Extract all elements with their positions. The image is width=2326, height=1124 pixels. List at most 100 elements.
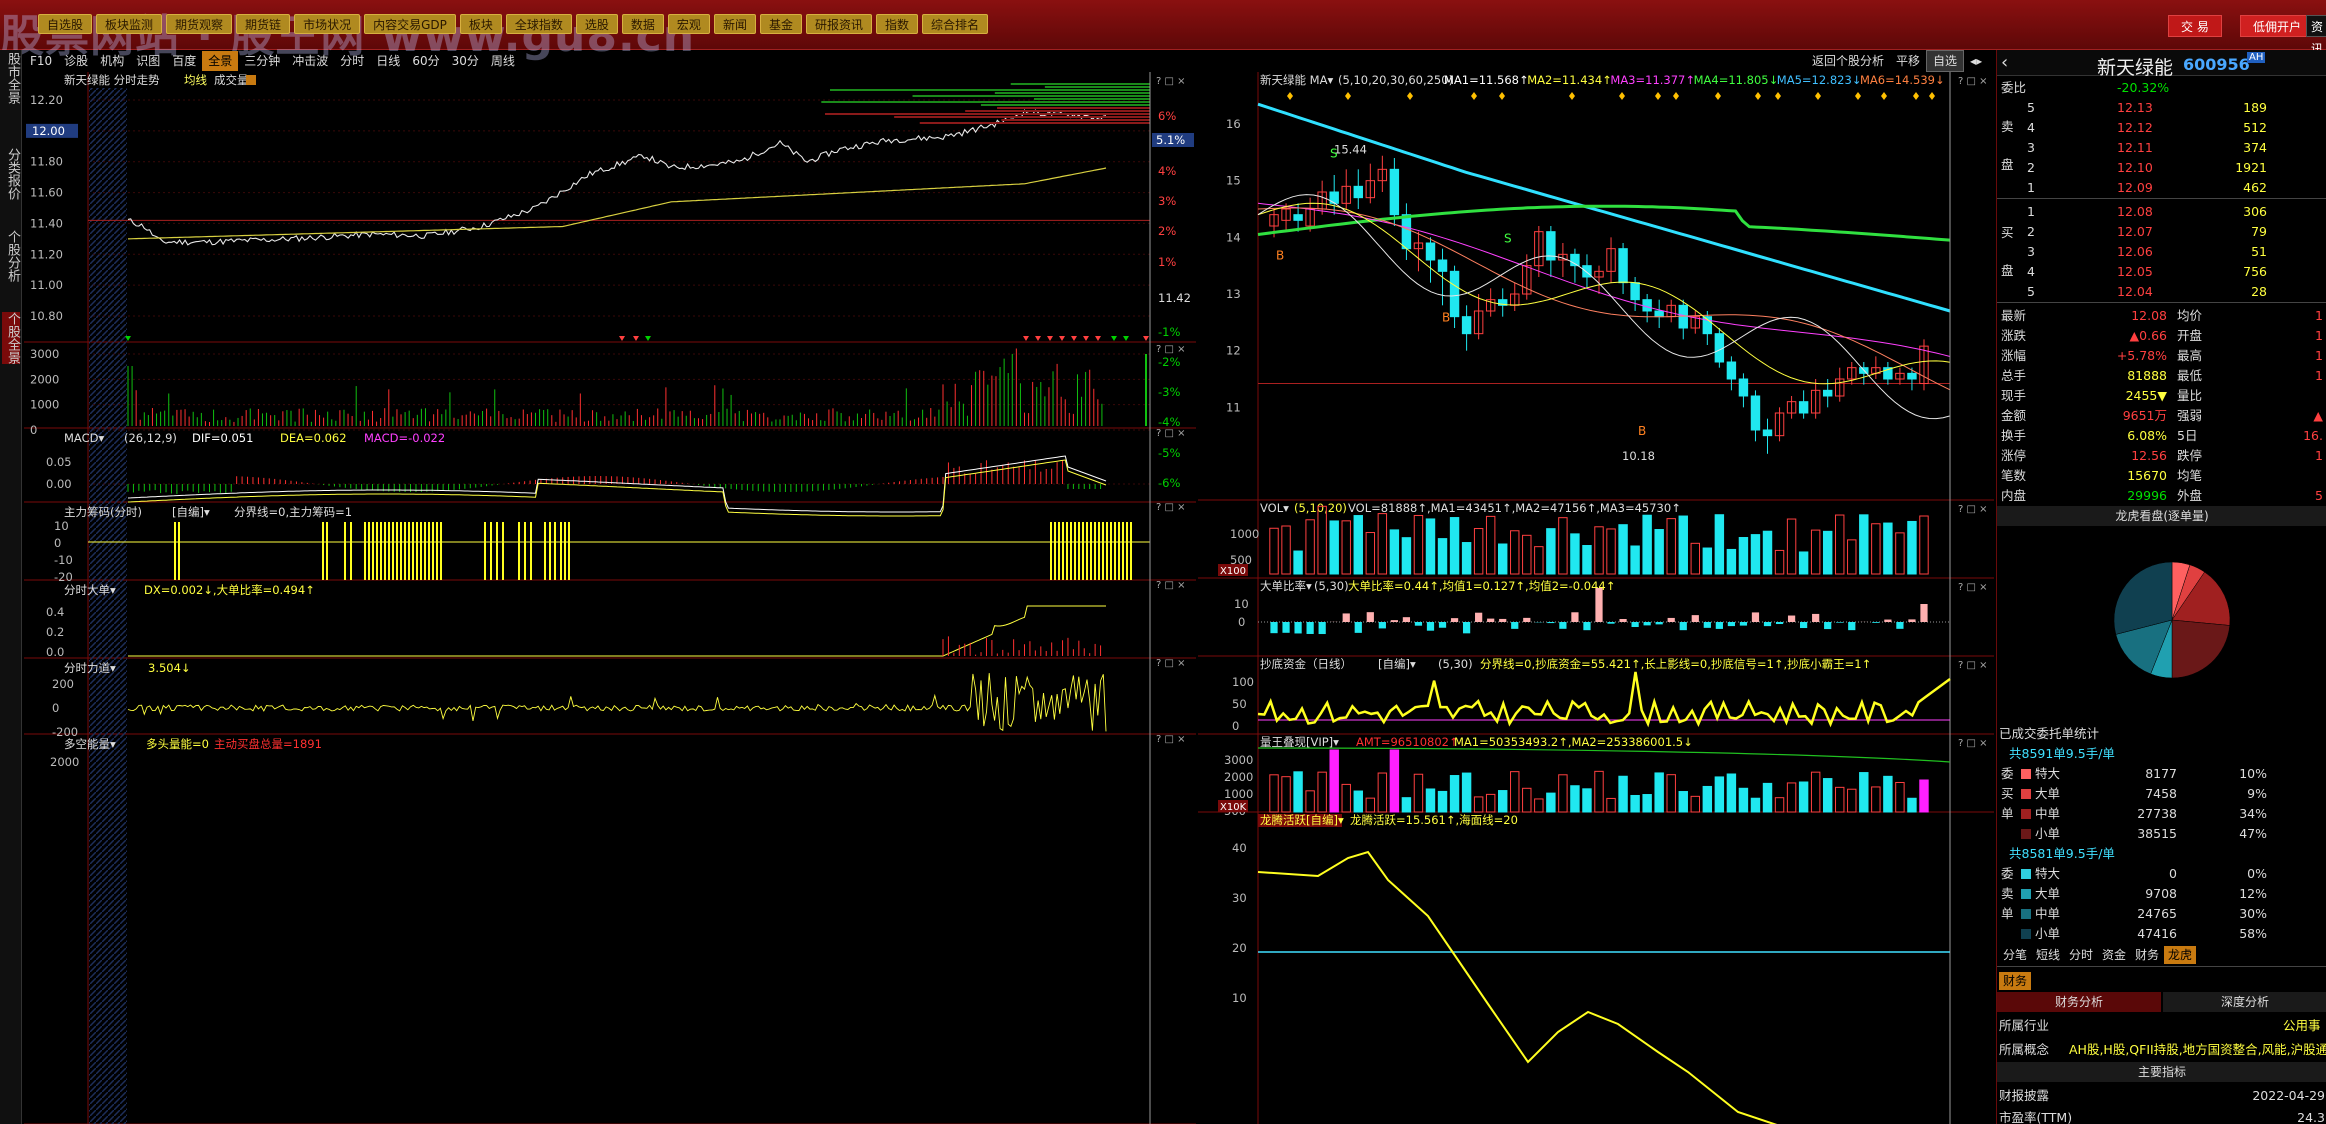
toolbar-item-5[interactable]: 全景 — [202, 51, 239, 71]
vtab-category[interactable]: 分类报价 — [2, 148, 20, 200]
stat-label2: 最低 — [2177, 368, 2203, 383]
candle-body — [1401, 214, 1412, 250]
top-tab-14[interactable]: 指数 — [875, 14, 918, 34]
watchlist-dropdown[interactable]: 自选 — [1926, 50, 1965, 72]
dadanbi-params: (5,30) — [1314, 579, 1349, 593]
candle-body — [1726, 361, 1737, 380]
toolbar-item-11[interactable]: 30分 — [446, 51, 485, 71]
lw-bar — [1389, 749, 1400, 813]
top-tab-8[interactable]: 选股 — [575, 14, 618, 34]
top-tab-0[interactable]: 自选股 — [38, 14, 93, 34]
toolbar-item-10[interactable]: 60分 — [406, 51, 445, 71]
sell-price: 12.10 — [2117, 160, 2153, 175]
top-tab-13[interactable]: 研报资讯 — [805, 14, 872, 34]
liqi-label: 分时力道▾ — [64, 661, 116, 675]
toolbar-item-4[interactable]: 百度 — [166, 51, 202, 71]
liqi-line — [127, 673, 1107, 732]
top-tab-2[interactable]: 期货观察 — [166, 14, 233, 34]
top-tab-7[interactable]: 全球指数 — [505, 14, 572, 34]
dadanbi-bar — [1547, 622, 1555, 624]
toolbar-item-9[interactable]: 日线 — [370, 51, 406, 71]
stat-value2: 1 — [2315, 308, 2323, 323]
extra-button[interactable]: 资讯 — [2306, 15, 2326, 56]
toolbar-item-1[interactable]: 诊股 — [58, 51, 94, 71]
intraday-charts-svg[interactable]: 新天绿能 分时走势 均线成交量 12.20 12.00 11.80 11.60 11.40… — [24, 72, 1196, 1124]
top-tab-1[interactable]: 板块监测 — [96, 14, 163, 34]
trade-button[interactable]: 交 易 — [2168, 15, 2222, 37]
pct-current: 5.1% — [1156, 133, 1185, 147]
toolbar-item-0[interactable]: F10 — [24, 51, 58, 71]
dadanbi-bar — [1655, 622, 1663, 625]
zhuli-flag: [自编]▾ — [172, 505, 210, 519]
fin-tab-analysis[interactable]: 财务分析 — [1997, 992, 2161, 1012]
dadanbi-bar — [1908, 619, 1916, 622]
toolbar-item-8[interactable]: 分时 — [334, 51, 370, 71]
bottom-tab-5[interactable]: 龙虎 — [2164, 946, 2197, 964]
top-tab-11[interactable]: 新闻 — [713, 14, 756, 34]
sell-price: 12.12 — [2117, 120, 2153, 135]
zhuli-bar — [1066, 522, 1068, 580]
toolbar-item-6[interactable]: 三分钟 — [238, 51, 286, 71]
kline-charts-svg[interactable]: 新天绿能 MA▾ (5,10,20,30,60,250)MA1=11.568↑MA… — [1198, 72, 1994, 1124]
bottom-tab-2[interactable]: 分时 — [2065, 946, 2097, 964]
bottom-tab-3[interactable]: 资金 — [2098, 946, 2130, 964]
dadanbi-bar — [1378, 622, 1386, 629]
liangwang-tick: 2000 — [1224, 770, 1253, 784]
top-tab-4[interactable]: 市场状况 — [294, 14, 361, 34]
bottom-tab-4[interactable]: 财务 — [2131, 946, 2163, 964]
zhuli-bar — [484, 522, 486, 580]
top-tab-9[interactable]: 数据 — [621, 14, 664, 34]
top-tab-5[interactable]: 内容交易GDP — [364, 14, 456, 34]
bottom-tab-0[interactable]: 分笔 — [1999, 946, 2031, 964]
longteng-tick: 10 — [1232, 991, 1247, 1005]
zhuli-bar — [1110, 522, 1112, 580]
pane-controls: ? □ × — [1958, 76, 1988, 87]
dadanbi-bar — [1499, 618, 1507, 622]
lw-bar — [1847, 788, 1857, 813]
stat-label: 涨跌 — [2001, 328, 2027, 343]
toolbar-item-3[interactable]: 识图 — [130, 51, 166, 71]
signal-diamond — [1569, 92, 1575, 100]
vol-bar — [1666, 518, 1676, 575]
lw-bar — [1690, 795, 1701, 813]
dadanbi-bar — [1884, 619, 1892, 622]
buy-order-pct: 12% — [2239, 886, 2267, 901]
vtab-market[interactable]: 股市全景 — [2, 52, 20, 104]
sell-order-volume: 7458 — [2145, 786, 2177, 801]
nav-arrows[interactable]: ◂▸ — [1964, 51, 1988, 71]
stat-label2: 5日 — [2177, 428, 2198, 443]
top-tab-3[interactable]: 期货链 — [236, 14, 291, 34]
quote-divider — [1997, 198, 2326, 199]
fin-row-value: 24.3 — [2297, 1110, 2325, 1124]
signal-diamond — [1287, 92, 1293, 100]
stat-value: 2455▼ — [2125, 388, 2167, 403]
zhuli-bar — [420, 522, 422, 580]
sell-level: 3 — [2027, 140, 2035, 155]
buy-order-type: 大单 — [2035, 886, 2061, 901]
top-tab-6[interactable]: 板块 — [459, 14, 502, 34]
vol-bar — [1714, 514, 1725, 575]
back-to-analysis-button[interactable]: 返回个股分析 — [1806, 51, 1890, 71]
fin-tab-deep[interactable]: 深度分析 — [2163, 992, 2326, 1012]
toolbar-item-12[interactable]: 周线 — [485, 51, 521, 71]
top-tab-10[interactable]: 宏观 — [667, 14, 710, 34]
vol-bar — [1690, 542, 1701, 575]
pan-button[interactable]: 平移 — [1890, 51, 1926, 71]
account-button[interactable]: 低佣开户 — [2240, 15, 2315, 37]
vol-bar — [1883, 522, 1893, 575]
top-tab-15[interactable]: 综合排名 — [922, 14, 989, 34]
bottom-tab-1[interactable]: 短线 — [2032, 946, 2064, 964]
vtab-stock-panorama[interactable]: 个股全景 — [2, 312, 20, 364]
top-tab-12[interactable]: 基金 — [759, 14, 802, 34]
price-tick: 11.20 — [30, 247, 63, 261]
back-arrow-icon[interactable]: ‹ — [2001, 52, 2008, 73]
toolbar-item-7[interactable]: 冲击波 — [286, 51, 334, 71]
dadanbi-bar — [1583, 622, 1591, 631]
sell-level: 5 — [2027, 100, 2035, 115]
stat-label: 最新 — [2001, 308, 2027, 323]
finance-button[interactable]: 财务 — [1999, 972, 2032, 990]
vtab-stock-analysis[interactable]: 个股分析 — [2, 230, 20, 282]
toolbar-item-2[interactable]: 机构 — [94, 51, 130, 71]
price-tick: 10.80 — [30, 309, 63, 323]
ah-badge: AH — [2247, 52, 2266, 63]
